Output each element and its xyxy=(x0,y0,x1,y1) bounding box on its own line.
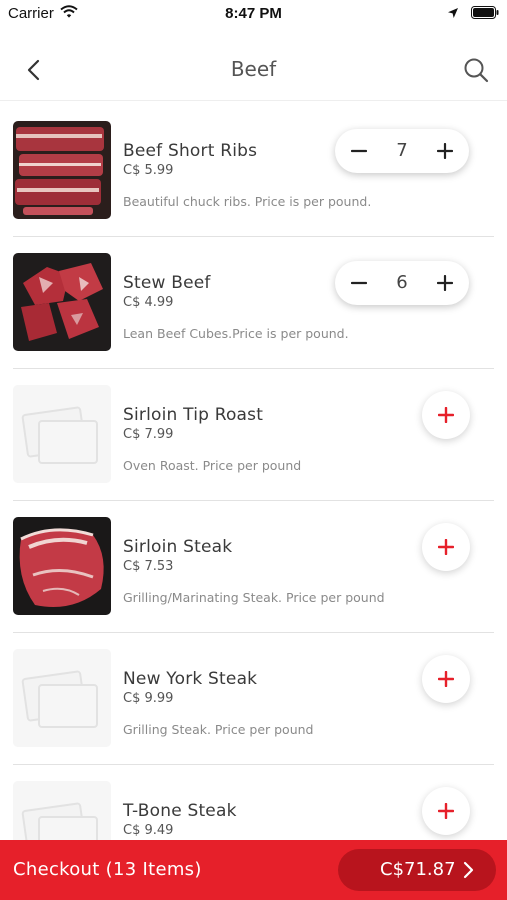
product-price: C$ 7.53 xyxy=(123,559,174,574)
add-to-cart-button[interactable] xyxy=(422,391,470,439)
plus-icon xyxy=(438,803,454,819)
quantity-value: 7 xyxy=(396,140,408,161)
product-row[interactable]: Sirloin Steak C$ 7.53 Grilling/Marinatin… xyxy=(13,500,494,633)
product-row[interactable]: Beef Short Ribs C$ 5.99 Beautiful chuck … xyxy=(13,104,494,237)
stew-beef-photo xyxy=(13,253,111,351)
product-price: C$ 7.99 xyxy=(123,427,174,442)
page-title: Beef xyxy=(230,57,277,81)
status-bar: Carrier 8:47 PM xyxy=(0,0,507,28)
product-name: Beef Short Ribs xyxy=(123,141,258,161)
checkout-total-button[interactable]: C$71.87 xyxy=(338,849,496,891)
product-name: New York Steak xyxy=(123,669,258,689)
chevron-right-icon xyxy=(463,861,474,879)
checkout-bar[interactable]: Checkout (13 Items) C$71.87 xyxy=(0,840,507,900)
product-price: C$ 5.99 xyxy=(123,163,174,178)
product-price: C$ 4.99 xyxy=(123,295,174,310)
decrement-button[interactable] xyxy=(337,129,381,173)
increment-button[interactable] xyxy=(423,261,467,305)
product-name: Stew Beef xyxy=(123,273,211,293)
plus-icon xyxy=(438,539,454,555)
product-row[interactable]: T-Bone Steak C$ 9.49 xyxy=(13,764,494,840)
product-description: Grilling/Marinating Steak. Price per pou… xyxy=(123,590,385,605)
quantity-stepper: 7 xyxy=(335,129,469,173)
decrement-button[interactable] xyxy=(337,261,381,305)
minus-icon xyxy=(351,281,367,285)
plus-icon xyxy=(438,407,454,423)
add-to-cart-button[interactable] xyxy=(422,655,470,703)
product-description: Oven Roast. Price per pound xyxy=(123,458,302,473)
product-price: C$ 9.99 xyxy=(123,691,174,706)
product-row[interactable]: Sirloin Tip Roast C$ 7.99 Oven Roast. Pr… xyxy=(13,368,494,501)
beef-short-ribs-photo xyxy=(13,121,111,219)
location-arrow-icon xyxy=(447,6,459,24)
navigation-bar: Beef xyxy=(0,40,507,101)
quantity-stepper: 6 xyxy=(335,261,469,305)
minus-icon xyxy=(351,149,367,153)
product-list[interactable]: Beef Short Ribs C$ 5.99 Beautiful chuck … xyxy=(0,104,507,840)
product-description: Beautiful chuck ribs. Price is per pound… xyxy=(123,194,372,209)
quantity-value: 6 xyxy=(396,272,408,293)
status-time: 8:47 PM xyxy=(225,5,282,22)
checkout-total-amount: C$71.87 xyxy=(380,859,456,880)
product-name: Sirloin Tip Roast xyxy=(123,405,264,425)
sirloin-steak-photo xyxy=(13,517,111,615)
product-row[interactable]: New York Steak C$ 9.99 Grilling Steak. P… xyxy=(13,632,494,765)
checkout-label: Checkout (13 Items) xyxy=(13,859,202,880)
search-icon xyxy=(464,58,489,83)
add-to-cart-button[interactable] xyxy=(422,787,470,835)
placeholder-image-icon xyxy=(13,781,111,840)
placeholder-image-icon xyxy=(13,385,111,483)
increment-button[interactable] xyxy=(423,129,467,173)
battery-icon xyxy=(471,6,499,24)
plus-icon xyxy=(437,275,453,291)
placeholder-image-icon xyxy=(13,649,111,747)
product-name: T-Bone Steak xyxy=(123,801,237,821)
product-description: Grilling Steak. Price per pound xyxy=(123,722,314,737)
plus-icon xyxy=(438,671,454,687)
search-button[interactable] xyxy=(461,55,491,85)
add-to-cart-button[interactable] xyxy=(422,523,470,571)
plus-icon xyxy=(437,143,453,159)
product-row[interactable]: Stew Beef C$ 4.99 Lean Beef Cubes.Price … xyxy=(13,236,494,369)
product-price: C$ 9.49 xyxy=(123,823,174,838)
product-description: Lean Beef Cubes.Price is per pound. xyxy=(123,326,349,341)
product-name: Sirloin Steak xyxy=(123,537,233,557)
